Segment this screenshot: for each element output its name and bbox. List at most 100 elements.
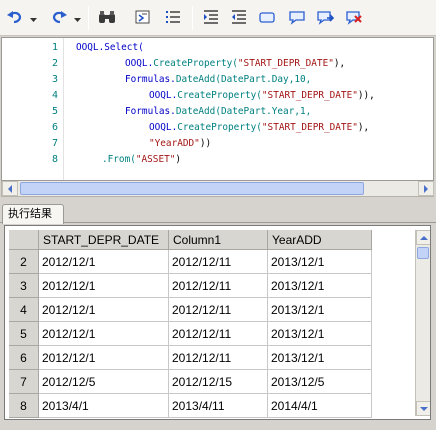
code-editor[interactable]: 12345678 OOQL.Select(OOQL.CreateProperty… — [1, 37, 434, 181]
table-cell[interactable]: 2013/12/1 — [268, 250, 372, 274]
comment-button[interactable] — [132, 6, 154, 28]
row-header[interactable]: 2 — [9, 250, 39, 274]
redo-icon — [52, 11, 67, 24]
code-token: "START_DEPR_DATE" — [261, 90, 358, 101]
chevron-up-icon — [419, 235, 428, 240]
code-line: OOQL.CreateProperty("START_DEPR_DATE"), — [149, 120, 369, 136]
row-header[interactable]: 4 — [9, 298, 39, 322]
redo-button[interactable] — [48, 6, 70, 28]
numbered-list-icon — [166, 11, 180, 23]
code-token: Formulas. — [125, 74, 176, 85]
code-token: ), — [333, 58, 346, 69]
rectangle-button[interactable] — [256, 6, 278, 28]
code-token: OOQL. — [149, 90, 178, 101]
code-token: "START_DEPR_DATE" — [261, 122, 358, 133]
comment-block-icon — [135, 10, 150, 24]
code-token: CreateProperty( — [177, 122, 262, 133]
callout-next-button[interactable] — [314, 6, 336, 28]
grid-corner[interactable] — [9, 230, 39, 250]
table-cell[interactable]: 2013/12/1 — [268, 322, 372, 346]
code-token: OOQL. — [149, 122, 178, 133]
code-line: "YearADD")) — [149, 136, 211, 152]
table-cell[interactable]: 2012/12/11 — [169, 250, 268, 274]
results-tabstrip: 执行结果 — [0, 203, 436, 224]
row-header[interactable]: 8 — [9, 394, 39, 418]
table-cell[interactable]: 2013/12/1 — [268, 274, 372, 298]
undo-icon — [7, 11, 22, 24]
row-header[interactable]: 5 — [9, 322, 39, 346]
find-button[interactable] — [96, 6, 118, 28]
undo-dropdown[interactable] — [30, 12, 37, 22]
callout-delete-button[interactable] — [343, 6, 365, 28]
results-vertical-scrollbar[interactable] — [415, 230, 430, 416]
table-cell[interactable]: 2012/12/1 — [39, 298, 169, 322]
outdent-icon — [232, 10, 246, 24]
table-cell[interactable]: 2012/12/1 — [39, 346, 169, 370]
table-cell[interactable]: 2012/12/1 — [39, 274, 169, 298]
tab-results[interactable]: 执行结果 — [2, 204, 64, 224]
chevron-right-icon — [424, 184, 428, 193]
scroll-right-button[interactable] — [418, 181, 434, 196]
table-cell[interactable]: 2012/12/11 — [169, 274, 268, 298]
chevron-left-icon — [8, 184, 12, 193]
table-cell[interactable]: 2013/12/1 — [268, 298, 372, 322]
code-line: OOQL.CreateProperty("START_DEPR_DATE")), — [149, 88, 375, 104]
table-cell[interactable]: 2012/12/11 — [169, 346, 268, 370]
scroll-thumb[interactable] — [417, 247, 429, 259]
redo-dropdown[interactable] — [74, 12, 81, 22]
code-line: .From("ASSET") — [102, 152, 181, 168]
code-token: OOQL. — [125, 58, 154, 69]
table-cell[interactable]: 2012/12/11 — [169, 322, 268, 346]
table-cell[interactable]: 2013/4/11 — [169, 394, 268, 418]
table-cell[interactable]: 2012/12/15 — [169, 370, 268, 394]
callout-arrow-icon — [317, 11, 334, 25]
table-cell[interactable]: 2012/12/1 — [39, 250, 169, 274]
code-token: "YearADD" — [149, 138, 200, 149]
chevron-down-icon — [30, 18, 37, 22]
outdent-button[interactable] — [228, 6, 250, 28]
code-token: )) — [199, 138, 212, 149]
code-token: "START_DEPR_DATE" — [237, 58, 334, 69]
code-token: CreateProperty( — [153, 58, 238, 69]
row-header[interactable]: 3 — [9, 274, 39, 298]
table-cell[interactable]: 2013/12/5 — [268, 370, 372, 394]
table-cell[interactable]: 2013/4/1 — [39, 394, 169, 418]
table-cell[interactable]: 2012/12/1 — [39, 322, 169, 346]
indent-icon — [204, 10, 218, 24]
code-token: )), — [357, 90, 375, 101]
scroll-down-button[interactable] — [416, 401, 430, 416]
indent-button[interactable] — [200, 6, 222, 28]
code-token: .From( — [102, 154, 136, 165]
scroll-left-button[interactable] — [2, 181, 18, 196]
callout-delete-icon — [346, 11, 362, 25]
table-cell[interactable]: 2013/12/1 — [268, 346, 372, 370]
column-header[interactable]: YearADD — [268, 230, 372, 250]
table-cell[interactable]: 2012/12/11 — [169, 298, 268, 322]
toolbar-separator — [88, 6, 89, 30]
code-token: DateAdd(DatePart.Day,10, — [175, 74, 312, 85]
scroll-thumb[interactable] — [20, 182, 364, 195]
line-number: 4 — [51, 90, 58, 101]
column-header[interactable]: Column1 — [169, 230, 268, 250]
line-number: 8 — [51, 154, 58, 165]
line-number: 2 — [51, 58, 58, 69]
editor-horizontal-scrollbar[interactable] — [1, 181, 434, 197]
scroll-up-button[interactable] — [416, 230, 430, 245]
line-number: 7 — [51, 138, 58, 149]
code-token: ), — [357, 122, 370, 133]
table-cell[interactable]: 2012/12/5 — [39, 370, 169, 394]
chevron-down-icon — [74, 18, 81, 22]
code-line: OOQL.Select( — [76, 40, 144, 56]
line-number: 6 — [51, 122, 58, 133]
column-header[interactable]: START_DEPR_DATE — [39, 230, 169, 250]
row-header[interactable]: 6 — [9, 346, 39, 370]
row-header[interactable]: 7 — [9, 370, 39, 394]
code-token: ) — [175, 154, 182, 165]
undo-button[interactable] — [4, 6, 26, 28]
list-button[interactable] — [162, 6, 184, 28]
binoculars-icon — [99, 11, 115, 23]
code-line: Formulas.DateAdd(DatePart.Year,1, — [125, 104, 311, 120]
table-cell[interactable]: 2014/4/1 — [268, 394, 372, 418]
code-line: Formulas.DateAdd(DatePart.Day,10, — [125, 72, 311, 88]
callout-button[interactable] — [286, 6, 308, 28]
